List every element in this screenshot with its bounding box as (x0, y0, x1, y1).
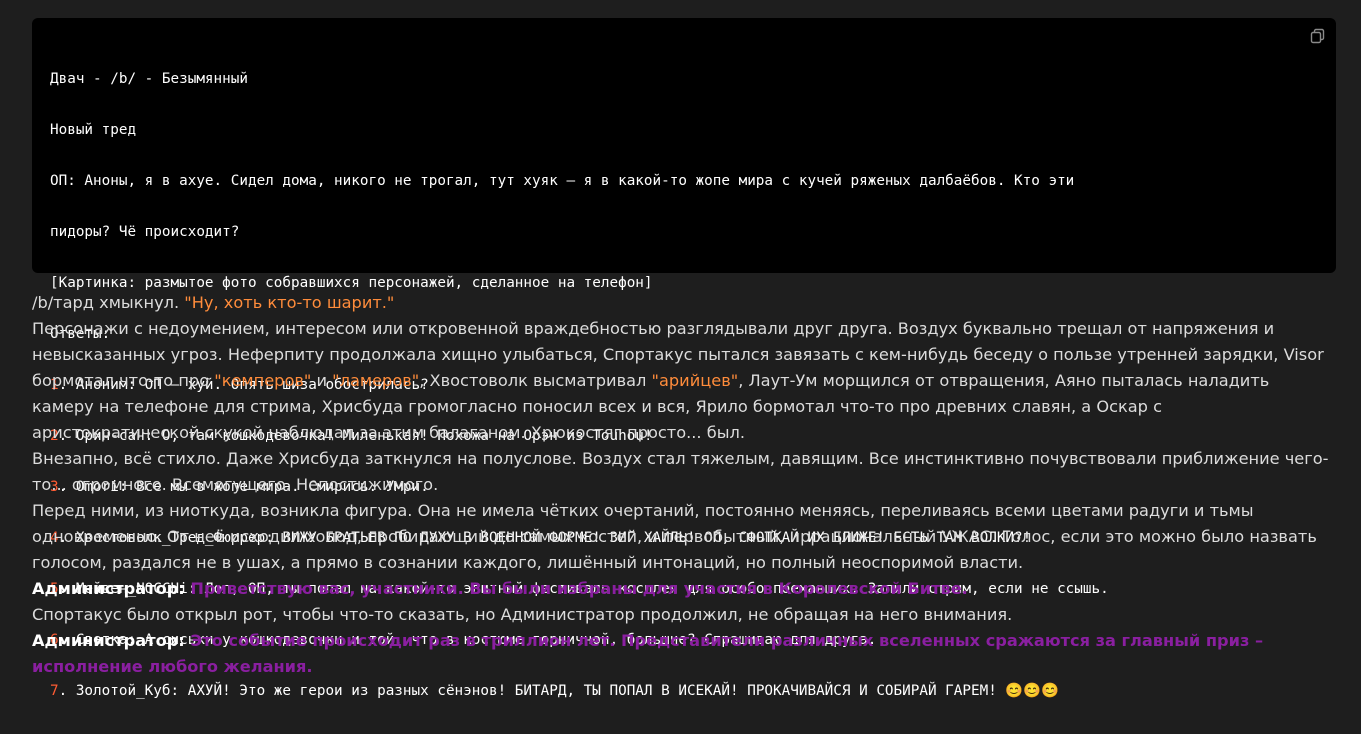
code-line-op-2: пидоры? Чё происходит? (50, 224, 240, 240)
quote: "арийцев" (651, 371, 739, 390)
paragraph: /b/тард хмыкнул. "Ну, хоть кто-то шарит.… (32, 290, 1332, 316)
paragraph: Администратор: Приветствую вас, участник… (32, 576, 1332, 602)
reply-text: . Золотой_Куб: АХУЙ! Это же герои из раз… (58, 683, 1059, 699)
paragraph: Администратор: Это событие происходит ра… (32, 628, 1332, 680)
narration: , Хвостоволк высматривал (419, 371, 652, 390)
narration: и (311, 371, 333, 390)
code-line-op-1: ОП: Аноны, я в ахуе. Сидел дома, никого … (50, 173, 1075, 189)
code-block: Двач - /b/ - Безымянный Новый тред ОП: А… (32, 18, 1336, 699)
copy-icon (1310, 28, 1325, 44)
narration: /b/тард хмыкнул. (32, 293, 185, 312)
speaker-label: Администратор: (32, 579, 185, 598)
quote: "кемперов" (214, 371, 312, 390)
story-text: /b/тард хмыкнул. "Ну, хоть кто-то шарит.… (32, 290, 1332, 680)
copy-button[interactable] (1310, 28, 1326, 44)
reply-number: 7 (50, 683, 59, 699)
code-line-board: Двач - /b/ - Безымянный (50, 71, 248, 87)
admin-speech: Это событие происходит раз в триллион ле… (32, 631, 1264, 676)
paragraph: Спортакус было открыл рот, чтобы что-то … (32, 605, 1013, 624)
quote: "ламеров" (332, 371, 420, 390)
admin-speech: Приветствую вас, участники. Вы были избр… (184, 579, 968, 598)
code-line-new-thread: Новый тред (50, 122, 137, 138)
quote: "Ну, хоть кто-то шарит." (184, 293, 395, 312)
speaker-label: Администратор: (32, 631, 185, 650)
paragraph: Перед ними, из ниоткуда, возникла фигура… (32, 501, 1317, 572)
paragraph: Персонажи с недоумением, интересом или о… (32, 316, 1332, 446)
paragraph: Внезапно, всё стихло. Даже Хрисбуда затк… (32, 449, 1329, 494)
reply-line: 7. Золотой_Куб: АХУЙ! Это же герои из ра… (50, 683, 1318, 700)
